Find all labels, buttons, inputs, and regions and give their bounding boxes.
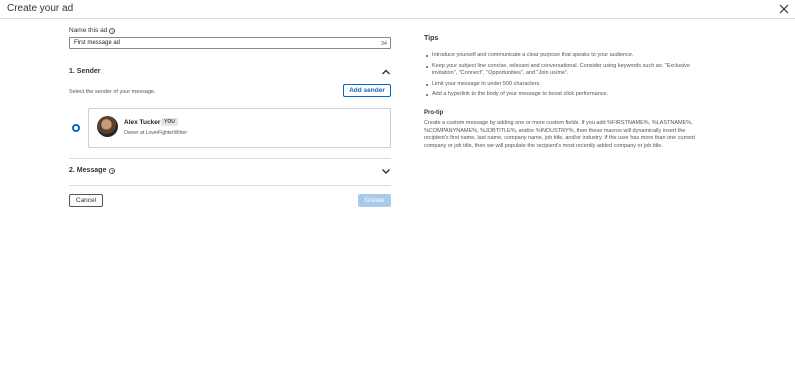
create-button[interactable]: Create (358, 194, 391, 207)
sender-subtitle: Owner at LoverFighterWriter (124, 130, 187, 136)
avatar (97, 116, 118, 137)
close-icon[interactable] (777, 2, 791, 16)
list-item: Introduce yourself and communicate a cle… (424, 52, 714, 60)
name-label: Name this ad ? (69, 27, 116, 34)
message-section-title[interactable]: 2. Message ? (69, 167, 116, 174)
sender-name: Alex Tucker (124, 119, 161, 126)
chevron-up-icon[interactable] (381, 68, 391, 76)
name-label-text: Name this ad (69, 27, 108, 34)
divider (69, 158, 391, 159)
list-item: Add a hyperlink to the body of your mess… (424, 91, 714, 99)
message-section-label: 2. Message (69, 167, 107, 174)
ad-name-input[interactable]: First message ad 34 (69, 37, 391, 49)
ad-name-value: First message ad (74, 40, 121, 46)
help-icon[interactable]: ? (109, 27, 116, 34)
protip-title: Pro-tip (424, 110, 444, 116)
list-item: Limit your message to under 500 characte… (424, 81, 714, 89)
chevron-down-icon[interactable] (381, 167, 391, 175)
help-icon[interactable]: ? (109, 167, 116, 174)
sender-section-title[interactable]: 1. Sender (69, 68, 101, 75)
sender-subtext: Select the sender of your message. (69, 89, 156, 95)
list-item: Keep your subject line concise, relevant… (424, 63, 714, 78)
add-sender-button[interactable]: Add sender (343, 84, 391, 97)
divider (69, 185, 391, 186)
cancel-button[interactable]: Cancel (69, 194, 103, 207)
sender-radio[interactable] (72, 124, 80, 132)
protip-text: Create a custom message by adding one or… (424, 120, 695, 149)
modal-title: Create your ad (7, 3, 74, 14)
modal-header: Create your ad (0, 0, 795, 19)
tips-list: Introduce yourself and communicate a cle… (424, 52, 714, 102)
you-badge: YOU (161, 118, 178, 126)
sender-card[interactable]: Alex Tucker YOU Owner at LoverFighterWri… (88, 108, 391, 148)
char-count: 34 (380, 41, 387, 47)
tips-title: Tips (424, 35, 439, 42)
sender-section-label: 1. Sender (69, 68, 101, 75)
